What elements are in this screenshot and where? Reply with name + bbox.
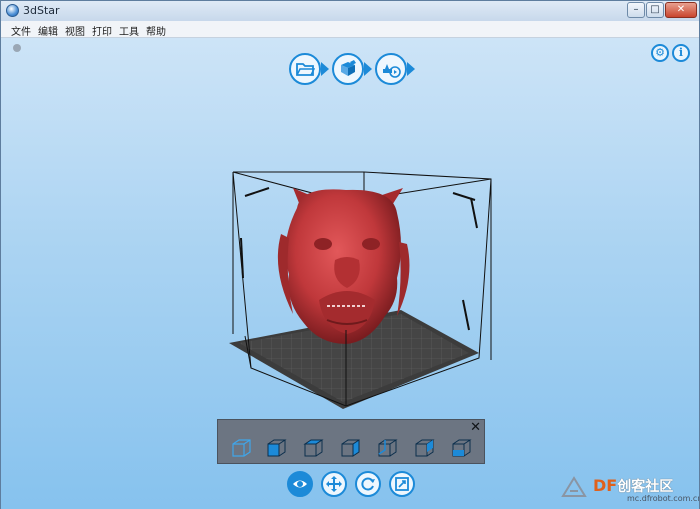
scale-tool-button[interactable] — [389, 471, 415, 497]
watermark: DF创客社区 mc.dfrobot.com.cn — [561, 474, 699, 508]
menu-file[interactable]: 文件 — [11, 23, 31, 38]
menu-print[interactable]: 打印 — [92, 23, 112, 38]
back-view-icon[interactable] — [376, 437, 398, 459]
menu-edit[interactable]: 编辑 — [38, 23, 58, 38]
bottom-view-icon[interactable] — [450, 437, 472, 459]
rotate-tool-button[interactable] — [355, 471, 381, 497]
eye-icon — [293, 480, 307, 488]
view-mode-button[interactable] — [287, 471, 313, 497]
camera-view-panel: ✕ — [217, 419, 485, 464]
left-view-icon[interactable] — [302, 437, 324, 459]
menu-bar: 文件 编辑 视图 打印 工具 帮助 — [1, 21, 699, 38]
dfrobot-logo-icon — [561, 476, 587, 497]
minimize-button[interactable]: – — [627, 2, 645, 18]
3d-viewport[interactable]: ⚙ i ✕ DF创客社区 mc.dfrobot.com.cn — [1, 38, 699, 509]
watermark-title: DF创客社区 — [593, 476, 674, 495]
rotate-icon — [361, 477, 375, 491]
close-button[interactable]: ✕ — [665, 2, 697, 18]
watermark-site: mc.dfrobot.com.cn — [627, 494, 699, 503]
scale-icon — [395, 477, 409, 491]
app-logo-icon — [6, 4, 19, 17]
window-title: 3dStar — [23, 4, 60, 17]
iso-view-icon[interactable] — [230, 437, 252, 459]
title-bar[interactable]: 3dStar – □ ✕ — [1, 1, 699, 21]
move-icon — [326, 476, 342, 492]
menu-help[interactable]: 帮助 — [146, 23, 166, 38]
menu-view[interactable]: 视图 — [65, 23, 85, 38]
front-view-icon[interactable] — [265, 437, 287, 459]
move-tool-button[interactable] — [321, 471, 347, 497]
menu-tools[interactable]: 工具 — [119, 23, 139, 38]
app-window: 3dStar – □ ✕ 文件 编辑 视图 打印 工具 帮助 ⚙ i ✕ DF创… — [0, 0, 700, 509]
right-view-icon[interactable] — [339, 437, 361, 459]
top-view-icon[interactable] — [413, 437, 435, 459]
panel-close-icon[interactable]: ✕ — [470, 420, 481, 435]
maximize-button[interactable]: □ — [646, 2, 664, 18]
